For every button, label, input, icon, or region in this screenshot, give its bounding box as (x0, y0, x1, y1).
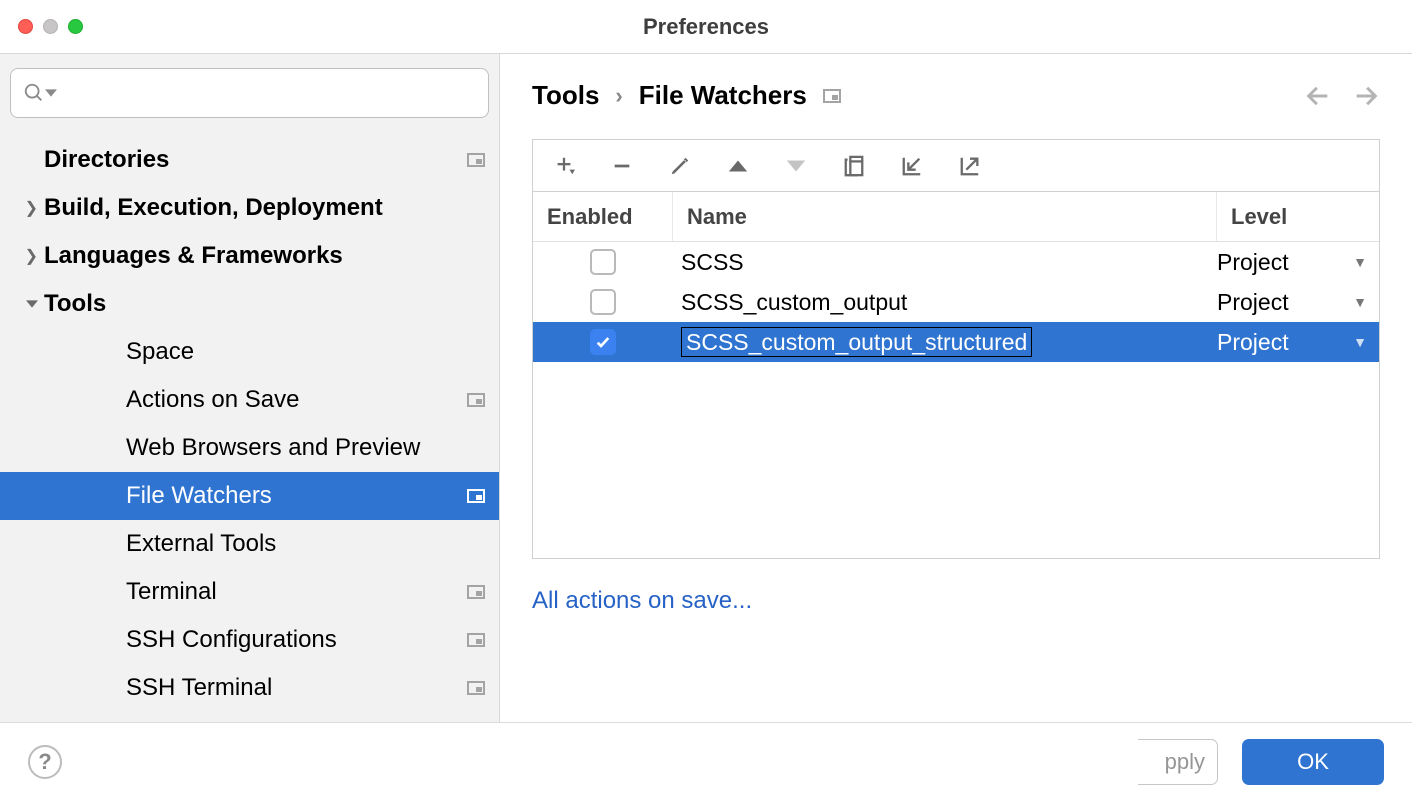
nav-back-icon[interactable] (1304, 82, 1332, 110)
tree-item[interactable]: SSH Configurations (0, 616, 499, 664)
chevron-down-icon: ▼ (1353, 294, 1367, 310)
sidebar: Directories❯Build, Execution, Deployment… (0, 54, 500, 722)
content-area: Directories❯Build, Execution, Deployment… (0, 54, 1412, 722)
window-title: Preferences (643, 14, 769, 40)
level-dropdown[interactable]: Project ▼ (1217, 289, 1379, 316)
tree-item-label: File Watchers (126, 482, 467, 510)
table-header: Enabled Name Level (533, 192, 1379, 242)
table-row[interactable]: SCSS Project ▼ (533, 242, 1379, 282)
dialog-footer: ? pply OK (0, 722, 1412, 800)
tree-item-label: Space (126, 338, 485, 366)
watcher-name: SCSS (681, 249, 744, 275)
tree-item[interactable]: Tools (0, 280, 499, 328)
project-scope-icon (467, 681, 485, 695)
export-button[interactable] (959, 155, 981, 177)
tree-item[interactable]: Terminal (0, 568, 499, 616)
tree-item[interactable]: Actions on Save (0, 376, 499, 424)
ok-button[interactable]: OK (1242, 739, 1384, 785)
breadcrumb-separator: › (615, 83, 622, 109)
tree-item-label: Languages & Frameworks (44, 242, 485, 270)
project-scope-icon (467, 153, 485, 167)
search-icon (23, 82, 45, 104)
col-header-level[interactable]: Level (1217, 192, 1379, 241)
search-input[interactable] (63, 80, 476, 106)
add-button[interactable] (553, 155, 575, 177)
table-toolbar (533, 140, 1379, 192)
tree-item[interactable]: File Watchers (0, 472, 499, 520)
titlebar: Preferences (0, 0, 1412, 54)
project-scope-icon (467, 585, 485, 599)
tree-item[interactable]: External Tools (0, 520, 499, 568)
watcher-name: SCSS_custom_output (681, 289, 907, 315)
breadcrumb-nav (1304, 82, 1380, 110)
import-button[interactable] (901, 155, 923, 177)
search-input-wrap[interactable] (10, 68, 489, 118)
chevron-right-icon: ❯ (0, 246, 44, 266)
level-dropdown[interactable]: Project ▼ (1217, 329, 1379, 356)
tree-item[interactable]: Web Browsers and Preview (0, 424, 499, 472)
minimize-window-button[interactable] (43, 19, 58, 34)
col-header-name[interactable]: Name (673, 192, 1217, 241)
tree-item-label: SSH Terminal (126, 674, 467, 702)
move-up-button[interactable] (727, 158, 749, 174)
tree-item[interactable]: SSH Terminal (0, 664, 499, 712)
tree-item[interactable]: ❯Languages & Frameworks (0, 232, 499, 280)
chevron-down-icon (0, 298, 44, 310)
tree-item[interactable]: ❯Build, Execution, Deployment (0, 184, 499, 232)
move-down-button (785, 158, 807, 174)
tree-item-label: External Tools (126, 530, 485, 558)
level-value: Project (1217, 289, 1289, 316)
chevron-down-icon: ▼ (1353, 254, 1367, 270)
tree-item-label: Directories (44, 146, 467, 174)
enabled-checkbox[interactable] (590, 329, 616, 355)
level-value: Project (1217, 329, 1289, 356)
main-panel: Tools › File Watchers (500, 54, 1412, 722)
breadcrumb: Tools › File Watchers (532, 80, 1380, 111)
nav-forward-icon[interactable] (1352, 82, 1380, 110)
settings-tree: Directories❯Build, Execution, Deployment… (0, 136, 499, 722)
enabled-checkbox[interactable] (590, 289, 616, 315)
edit-button[interactable] (669, 155, 691, 177)
apply-button[interactable]: pply (1138, 739, 1218, 785)
tree-item-label: SSH Configurations (126, 626, 467, 654)
level-value: Project (1217, 249, 1289, 276)
project-scope-icon (823, 89, 841, 103)
window-controls (18, 19, 83, 34)
zoom-window-button[interactable] (68, 19, 83, 34)
table-body: SCSSProject▼SCSS_custom_outputProject▼SC… (533, 242, 1379, 558)
all-actions-on-save-link[interactable]: All actions on save... (532, 587, 752, 614)
tree-item-label: Web Browsers and Preview (126, 434, 485, 462)
table-row[interactable]: SCSS_custom_output_structured Project ▼ (533, 322, 1379, 362)
tree-item-label: Tools (44, 290, 485, 318)
remove-button[interactable] (611, 155, 633, 177)
help-button[interactable]: ? (28, 745, 62, 779)
watcher-name: SCSS_custom_output_structured (681, 327, 1032, 357)
project-scope-icon (467, 633, 485, 647)
project-scope-icon (467, 393, 485, 407)
tree-item[interactable]: Space (0, 328, 499, 376)
file-watchers-table: Enabled Name Level SCSSProject▼SCSS_cust… (532, 139, 1380, 559)
tree-item-label: Actions on Save (126, 386, 467, 414)
copy-button[interactable] (843, 155, 865, 177)
chevron-down-icon: ▼ (1353, 334, 1367, 350)
chevron-down-icon (45, 87, 57, 99)
enabled-checkbox[interactable] (590, 249, 616, 275)
close-window-button[interactable] (18, 19, 33, 34)
tree-item-label: Build, Execution, Deployment (44, 194, 485, 222)
chevron-right-icon: ❯ (0, 198, 44, 218)
col-header-enabled[interactable]: Enabled (533, 192, 673, 241)
project-scope-icon (467, 489, 485, 503)
tree-item-label: Terminal (126, 578, 467, 606)
tree-item[interactable]: Directories (0, 136, 499, 184)
table-row[interactable]: SCSS_custom_output Project ▼ (533, 282, 1379, 322)
breadcrumb-leaf: File Watchers (639, 80, 807, 111)
level-dropdown[interactable]: Project ▼ (1217, 249, 1379, 276)
breadcrumb-root: Tools (532, 80, 599, 111)
